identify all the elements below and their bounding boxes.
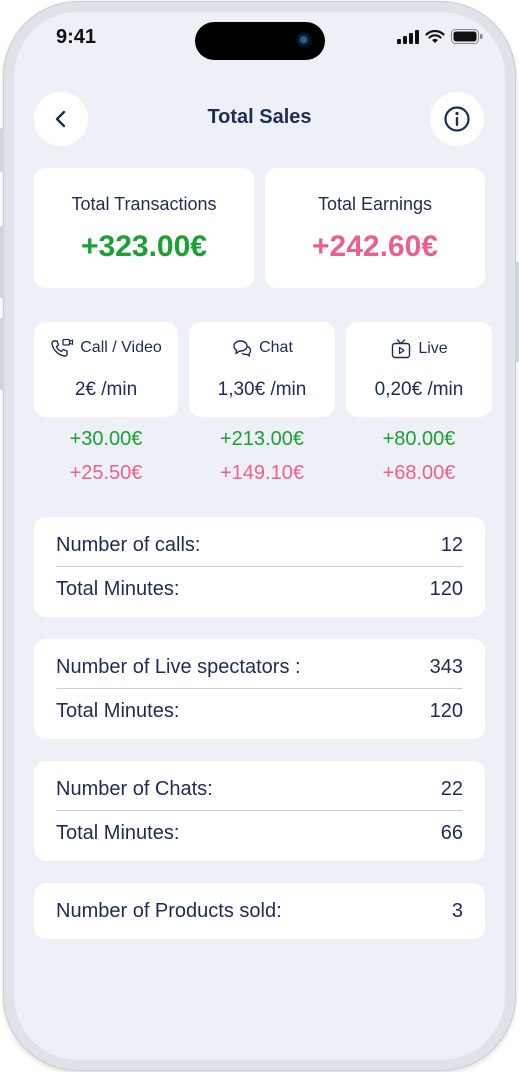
- service-rate: 1,30€ /min: [217, 379, 307, 400]
- silent-switch: [0, 128, 4, 172]
- service-rate: 0,20€ /min: [374, 379, 464, 400]
- chats-minutes-value: 66: [440, 822, 463, 844]
- service-card-live[interactable]: Live 0,20€ /min: [346, 322, 492, 417]
- camera-icon: [296, 32, 313, 49]
- calls-minutes-value: 120: [429, 578, 463, 600]
- divider: [56, 688, 463, 689]
- products-stats-card: Number of Products sold: 3: [34, 883, 485, 939]
- header: Total Sales: [14, 92, 505, 148]
- service-rate: 2€ /min: [74, 379, 138, 400]
- service-card-call-video[interactable]: Call / Video 2€ /min: [34, 322, 178, 417]
- chats-minutes-label: Total Minutes:: [56, 822, 180, 844]
- dynamic-island: [195, 22, 325, 60]
- calls-count-value: 12: [440, 534, 463, 556]
- service-title-call-video: Call / Video: [34, 338, 178, 358]
- phone-video-icon: [51, 338, 74, 357]
- calls-stats-card: Number of calls: 12 Total Minutes: 120: [34, 517, 485, 617]
- chats-count-value: 22: [440, 778, 463, 800]
- power-button: [515, 262, 519, 362]
- total-earnings-label: Total Earnings: [317, 194, 433, 214]
- service-card-chat[interactable]: Chat 1,30€ /min: [189, 322, 335, 417]
- calls-minutes-label: Total Minutes:: [56, 578, 180, 600]
- service-gross-live: +80.00€: [382, 428, 456, 450]
- divider: [56, 566, 463, 567]
- service-net-chat: +149.10€: [220, 462, 304, 484]
- service-title-chat: Chat: [189, 338, 335, 358]
- status-bar: 9:41: [14, 12, 505, 68]
- info-button[interactable]: [430, 92, 484, 146]
- total-earnings-card: Total Earnings +242.60€: [265, 168, 485, 288]
- service-label: Live: [418, 340, 448, 357]
- service-gross-call-video: +30.00€: [69, 428, 143, 450]
- live-spectators-label: Number of Live spectators :: [56, 656, 301, 678]
- total-transactions-card: Total Transactions +323.00€: [34, 168, 254, 288]
- service-label: Call / Video: [80, 339, 162, 356]
- signal-icon: [397, 29, 419, 44]
- wifi-icon: [425, 29, 445, 43]
- chats-stats-card: Number of Chats: 22 Total Minutes: 66: [34, 761, 485, 861]
- service-gross-chat: +213.00€: [220, 428, 304, 450]
- tv-play-icon: [392, 339, 411, 359]
- total-earnings-value: +242.60€: [312, 230, 438, 263]
- app-screen: 9:41 Total Sales Total Transactions +323…: [14, 12, 505, 1060]
- service-title-live: Live: [346, 338, 492, 360]
- battery-icon: [451, 29, 483, 44]
- calls-count-label: Number of calls:: [56, 534, 201, 556]
- info-icon: [444, 106, 470, 132]
- chats-count-label: Number of Chats:: [56, 778, 213, 800]
- live-spectators-value: 343: [429, 656, 463, 678]
- chat-icon: [233, 340, 252, 357]
- products-count-value: 3: [451, 900, 463, 922]
- service-net-call-video: +25.50€: [69, 462, 143, 484]
- live-stats-card: Number of Live spectators : 343 Total Mi…: [34, 639, 485, 739]
- status-icons: [397, 29, 483, 44]
- live-minutes-label: Total Minutes:: [56, 700, 180, 722]
- products-count-label: Number of Products sold:: [56, 900, 282, 922]
- total-transactions-value: +323.00€: [81, 230, 207, 263]
- status-time: 9:41: [56, 26, 97, 48]
- volume-up-button: [0, 226, 4, 298]
- live-minutes-value: 120: [429, 700, 463, 722]
- volume-down-button: [0, 318, 4, 390]
- total-transactions-label: Total Transactions: [71, 194, 217, 214]
- service-label: Chat: [259, 339, 293, 356]
- service-net-live: +68.00€: [382, 462, 456, 484]
- divider: [56, 810, 463, 811]
